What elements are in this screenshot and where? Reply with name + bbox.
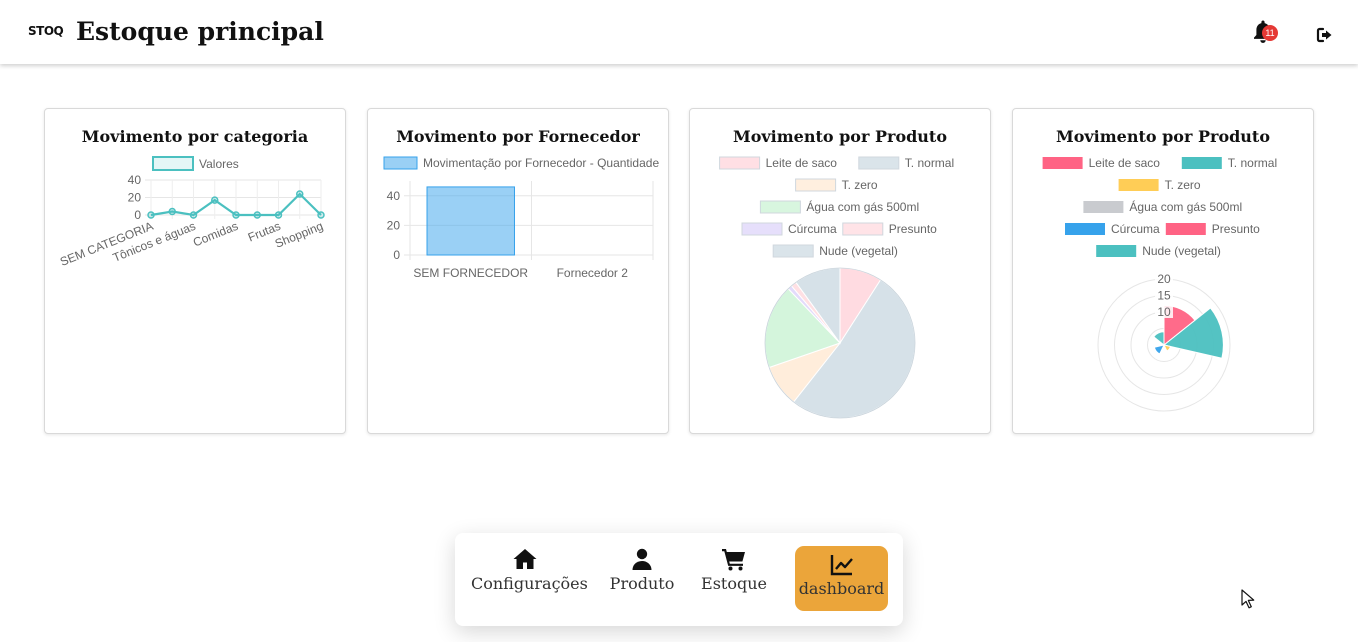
legend-label: Cúrcuma (788, 222, 837, 236)
data-point (189, 211, 198, 219)
legend-label: Nude (vegetal) (819, 244, 898, 258)
y-tick-label: 0 (134, 208, 141, 222)
nav-item-produto[interactable]: Produto (605, 547, 679, 611)
nav-label: Produto (609, 574, 675, 593)
legend-swatch (1165, 223, 1206, 235)
x-tick-label: Comidas (191, 219, 240, 250)
y-tick-label: 40 (128, 173, 142, 187)
legend-label: Leite de saco (766, 156, 838, 170)
legend-label: Nude (vegetal) (1142, 244, 1221, 258)
data-point (232, 211, 240, 219)
line-chart: Valores02040SEM CATEGORIATônicos e águas… (58, 156, 325, 269)
legend-label: T. zero (842, 178, 878, 192)
legend-swatch (1083, 201, 1124, 213)
legend-swatch (772, 244, 814, 258)
r-tick-label: 10 (1157, 305, 1171, 319)
x-tick-label: SEM FORNECEDOR (413, 266, 528, 280)
legend-label: Leite de saco (1089, 156, 1161, 170)
data-point (296, 190, 304, 198)
legend-label: T. normal (1228, 156, 1277, 170)
pie-chart: Leite de saco T. normal T. zero Água com gá… (719, 156, 954, 419)
home-icon (513, 549, 537, 569)
bar (426, 186, 515, 256)
data-point (147, 211, 155, 219)
page-title: Estoque principal (76, 17, 324, 46)
nav-label: Configurações (471, 574, 588, 593)
polar-area-chart: Leite de saco T. normal T. zero Água com gá… (1042, 156, 1277, 412)
legend-swatch (383, 156, 418, 170)
data-point (211, 196, 219, 204)
legend-label: Água com gás 500ml (806, 199, 919, 214)
nav-item-configuracoes[interactable]: Configurações (471, 547, 588, 611)
nav-label: dashboard (798, 579, 885, 598)
data-point (274, 211, 283, 219)
logout-icon[interactable] (1316, 26, 1334, 44)
bottom-nav: Configurações Produto Estoque dashboard (455, 533, 903, 626)
y-tick-label: 20 (387, 218, 401, 232)
chart-card-produto-pie: Movimento por Produto Leite de saco T. no… (689, 108, 991, 434)
data-point (253, 211, 261, 219)
nav-item-dashboard[interactable]: dashboard (795, 546, 888, 611)
legend-label: Presunto (1212, 222, 1260, 236)
y-tick-label: 0 (393, 248, 400, 262)
legend-swatch (795, 178, 837, 192)
app-header: STOQ Estoque principal 11 (0, 0, 1358, 64)
cart-icon (722, 549, 745, 571)
y-tick-label: 20 (128, 191, 142, 205)
legend-swatch (842, 222, 884, 236)
nav-item-estoque[interactable]: Estoque (699, 547, 769, 611)
data-point (168, 207, 176, 216)
chart-card-fornecedor: Movimento por Fornecedor Movimentação po… (367, 108, 669, 434)
polar-segment (1153, 344, 1165, 355)
user-icon (632, 548, 652, 570)
legend-label: Movimentação por Fornecedor - Quantidade (423, 156, 659, 170)
mouse-cursor-icon (1241, 589, 1255, 609)
r-tick-label: 20 (1157, 272, 1171, 286)
legend-swatch (759, 200, 801, 214)
bar-chart: Movimentação por Fornecedor - Quantidade… (383, 156, 659, 280)
chart-card-categoria: Movimento por categoria Valores 0 20 40 SEM … (44, 108, 346, 434)
polar-segment (1163, 344, 1172, 352)
legend-label: T. normal (905, 156, 954, 170)
x-tick-label: Shopping (273, 219, 325, 251)
legend-swatch (741, 222, 783, 236)
y-tick-label: 40 (387, 189, 401, 203)
legend-swatch (1118, 179, 1159, 191)
r-tick-label: 15 (1157, 289, 1171, 303)
legend-swatch (152, 156, 194, 171)
notification-badge: 11 (1262, 25, 1278, 41)
legend-label: Valores (199, 157, 239, 171)
legend-label: Água com gás 500ml (1129, 199, 1242, 214)
legend-swatch (719, 156, 761, 170)
legend-swatch (1042, 157, 1083, 169)
data-point (317, 211, 325, 219)
app-logo: STOQ (28, 24, 64, 38)
legend-swatch (1096, 245, 1137, 257)
legend-swatch (1065, 223, 1105, 235)
legend-swatch (1181, 157, 1222, 169)
legend-swatch (858, 156, 900, 170)
chart-line-icon (830, 555, 853, 576)
legend-label: Presunto (889, 222, 937, 236)
polar-segment (1152, 331, 1165, 347)
legend-label: Cúrcuma (1111, 222, 1160, 236)
x-tick-label: Fornecedor 2 (557, 266, 629, 280)
chart-card-produto-polar: Movimento por Produto Leite de saco T. no… (1012, 108, 1314, 434)
nav-label: Estoque (701, 574, 767, 593)
legend-label: T. zero (1165, 178, 1201, 192)
